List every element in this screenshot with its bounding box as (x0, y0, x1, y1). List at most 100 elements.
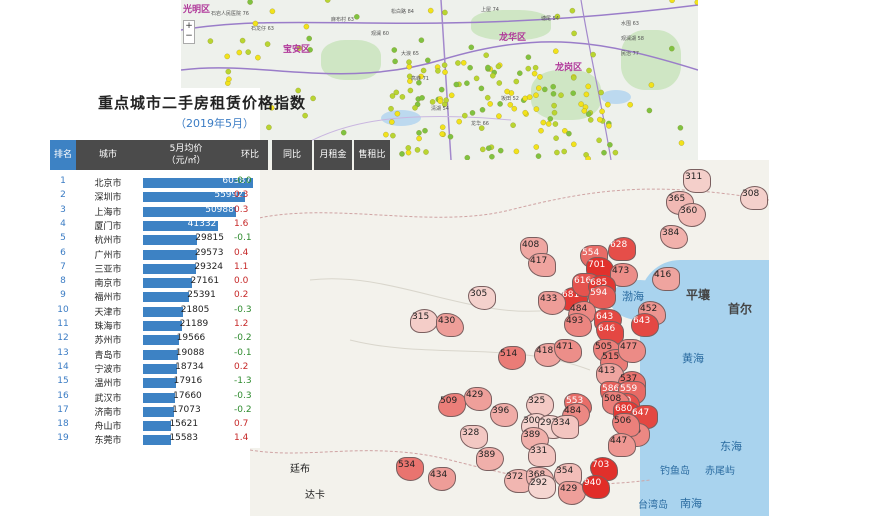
header-rank: 排名 (50, 140, 76, 170)
table-subtitle: （2019年5月） (175, 117, 254, 130)
rent-index-table: 重点城市二手房租赁价格指数 （2019年5月） 排名 城市 5月均价 （元/㎡）… (0, 88, 390, 448)
listing-dot (418, 37, 425, 43)
listing-dot (225, 68, 232, 75)
region-value: 292 (530, 478, 548, 488)
listing-dot (597, 116, 603, 123)
listing-dot (420, 67, 427, 74)
listing-dot (389, 93, 396, 99)
row-city: 深圳市 (94, 193, 122, 204)
listing-dot (581, 108, 588, 114)
row-rank: 1 (60, 176, 66, 186)
listing-dot (497, 101, 503, 107)
row-mom: 0.2 (234, 290, 249, 301)
listing-dot (324, 0, 331, 3)
listing-dot (462, 112, 468, 119)
listing-dot (390, 132, 396, 139)
listing-dot (448, 92, 455, 99)
listing-dot (416, 135, 422, 142)
listing-dot (525, 54, 532, 60)
listing-dot (601, 149, 607, 156)
table-row: 14 宁波市 18734 0.2 (50, 362, 260, 376)
place-label: 观澜湖 58 (621, 36, 644, 42)
row-rank: 15 (57, 376, 69, 387)
listing-dot (535, 153, 542, 159)
sea-label: 南海 (680, 497, 702, 510)
listing-dot (391, 47, 398, 53)
price-bar (143, 392, 176, 403)
listing-dot (627, 101, 633, 108)
row-city: 宁波市 (94, 364, 122, 375)
listing-dot (354, 14, 360, 20)
listing-dot (453, 81, 460, 88)
listing-dot (561, 148, 567, 155)
listing-dot (571, 30, 577, 37)
zoom-control[interactable]: + − (183, 20, 195, 44)
listing-dot (399, 151, 405, 157)
region-value: 473 (612, 266, 630, 276)
row-rank: 6 (60, 247, 66, 258)
listing-dot (538, 127, 544, 134)
row-rank: 16 (57, 390, 69, 401)
row-rank: 3 (60, 204, 66, 215)
listing-dot (612, 149, 619, 156)
listing-dot (587, 117, 594, 123)
listing-dot (419, 95, 425, 101)
listing-dot (439, 124, 446, 130)
listing-dot (583, 91, 590, 98)
row-rank: 19 (57, 433, 69, 444)
listing-dot (392, 58, 398, 65)
listing-dot (669, 45, 675, 52)
row-rank: 8 (60, 276, 66, 287)
table-row: 2 深圳市 55992 0.3 (50, 190, 260, 204)
region-value: 334 (553, 418, 571, 428)
listing-dot (340, 129, 347, 136)
place-label: 松白路 84 (391, 9, 414, 15)
header-price-line1: 5月均价 (169, 144, 203, 154)
region-value: 701 (588, 260, 606, 270)
listing-dot (442, 69, 448, 75)
row-price: 19566 (176, 333, 206, 344)
table-row: 8 南京市 27161 0.0 (50, 276, 260, 290)
row-city: 三亚市 (94, 264, 122, 275)
place-label: 赤尾屿 (705, 466, 735, 477)
listing-dot (550, 91, 557, 97)
listing-dot (571, 141, 577, 148)
listing-dot (302, 112, 308, 119)
header-price-line2: （元/㎡） (166, 156, 206, 166)
district-label: 龙岗区 (555, 63, 583, 73)
table-row: 12 苏州市 19566 -0.2 (50, 333, 260, 347)
listing-dot (537, 74, 543, 80)
row-mom: 0.7 (234, 419, 249, 430)
listing-dot (407, 87, 414, 94)
listing-dot (669, 0, 675, 4)
row-rank: 4 (60, 218, 66, 229)
place-label: 观澜 60 (371, 31, 389, 37)
region-value: 514 (500, 349, 518, 359)
listing-dot (422, 127, 428, 134)
listing-dot (540, 119, 547, 126)
listing-dot (648, 82, 655, 88)
china-rent-map[interactable]: 311 365 360 308 384 554 628 701 473 416 408 417 681 6… (250, 160, 769, 516)
region-value: 325 (528, 396, 546, 406)
listing-dot (416, 130, 422, 136)
place-label: 塘尾 54 (541, 16, 559, 22)
region-value: 417 (530, 256, 548, 266)
region-value: 418 (536, 346, 554, 356)
listing-dot (526, 94, 533, 100)
row-mom: -0.0 (234, 176, 252, 186)
listing-dot (533, 92, 539, 98)
row-rank: 2 (60, 190, 66, 201)
listing-dot (570, 90, 576, 96)
city-label: 首尔 (728, 302, 753, 316)
region-value: 646 (598, 324, 616, 334)
sea-label: 东海 (720, 440, 742, 453)
region-value: 703 (592, 460, 610, 470)
region-value: 408 (522, 240, 540, 250)
row-mom: 0.0 (234, 276, 249, 287)
listing-dot (598, 89, 604, 96)
listing-dot (677, 125, 684, 131)
price-bar (143, 292, 190, 303)
listing-dot (412, 105, 418, 111)
table-row: 18 舟山市 15621 0.7 (50, 419, 260, 433)
listing-dot (479, 107, 486, 113)
